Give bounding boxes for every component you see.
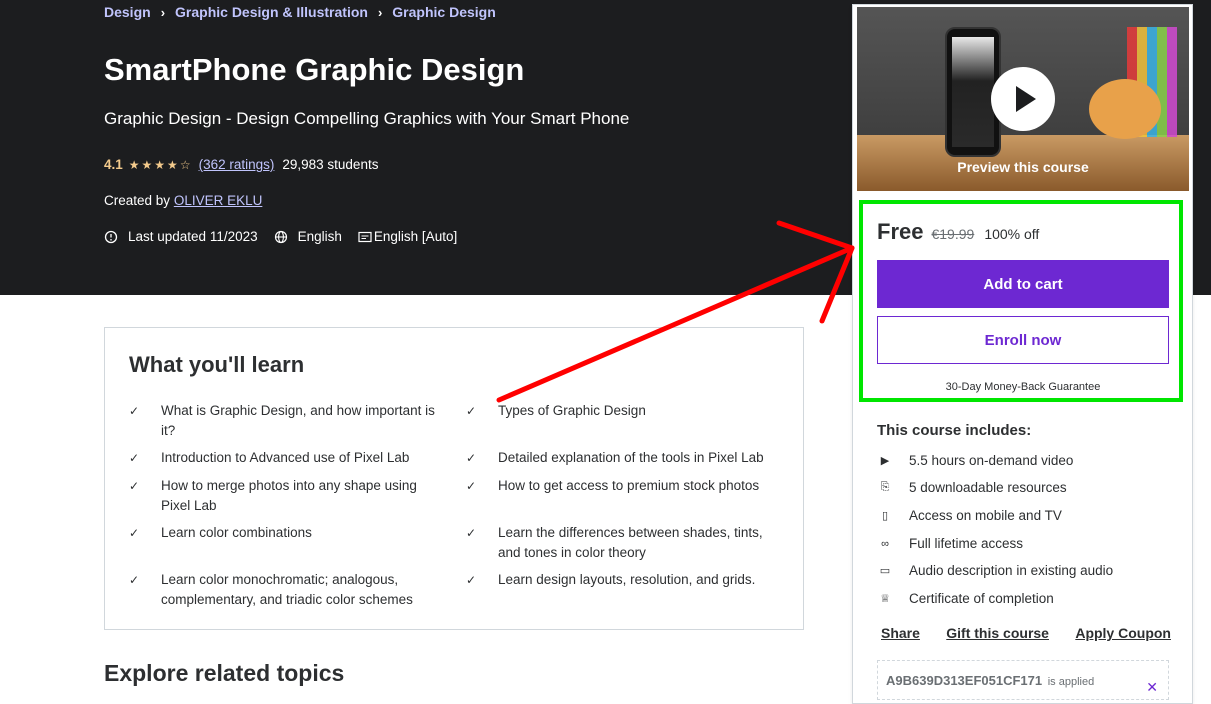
course-includes-title: This course includes:: [877, 422, 1032, 439]
gift-course-button[interactable]: Gift this course: [946, 625, 1049, 641]
learn-item-text: Detailed explanation of the tools in Pix…: [498, 450, 764, 465]
globe-icon: [274, 230, 287, 243]
chevron-right-icon: ›: [377, 4, 383, 20]
students-count: 29,983 students: [282, 157, 379, 172]
download-file-icon: ⎘: [880, 481, 890, 493]
star-rating-icon: ★★★★☆: [128, 157, 193, 172]
checkmark-icon: ✓: [129, 526, 140, 540]
checkmark-icon: ✓: [466, 573, 477, 587]
mobile-icon: ▯: [881, 510, 889, 522]
language: English: [274, 229, 342, 244]
breadcrumb-graphic-design[interactable]: Graphic Design: [392, 4, 495, 20]
author-link[interactable]: OLIVER EKLU: [174, 193, 263, 208]
include-item: ∞ Full lifetime access: [877, 536, 1023, 551]
alert-badge-icon: [104, 230, 118, 243]
captions-text: English [Auto]: [373, 229, 458, 244]
sidebar-links: Share Gift this course Apply Coupon: [881, 625, 1171, 641]
phone-screen: [952, 37, 994, 147]
include-text: 5.5 hours on-demand video: [909, 453, 1074, 468]
checkmark-icon: ✓: [129, 404, 140, 418]
include-text: Audio description in existing audio: [909, 563, 1114, 578]
learn-item-text: Learn the differences between shades, ti…: [498, 525, 763, 560]
include-item: ♕ Certificate of completion: [877, 591, 1054, 606]
learn-item-text: Introduction to Advanced use of Pixel La…: [161, 450, 410, 465]
captions: English [Auto]: [358, 229, 457, 244]
rating-row: 4.1 ★★★★☆ (362 ratings) 29,983 students: [104, 157, 378, 172]
apply-coupon-button[interactable]: Apply Coupon: [1075, 625, 1171, 641]
annotation-highlight-box: [859, 200, 1183, 402]
created-by-label: Created by: [104, 193, 171, 208]
learn-item-text: Learn color monochromatic; analogous, co…: [161, 572, 413, 607]
chevron-right-icon: ›: [160, 4, 166, 20]
checkmark-icon: ✓: [466, 526, 477, 540]
what-you-learn-box: What you'll learn ✓ What is Graphic Desi…: [104, 327, 804, 630]
checkmark-icon: ✓: [466, 451, 477, 465]
coupon-code: A9B639D313EF051CF171 is applied: [886, 673, 1094, 688]
applied-coupon: A9B639D313EF051CF171 is applied ✕: [877, 660, 1169, 700]
rating-value: 4.1: [104, 157, 123, 172]
checkmark-icon: ✓: [129, 573, 140, 587]
video-icon: ▶: [880, 455, 890, 467]
learn-item-text: What is Graphic Design, and how importan…: [161, 403, 435, 438]
checkmark-icon: ✓: [466, 479, 477, 493]
include-item: ⎘ 5 downloadable resources: [877, 480, 1067, 495]
learn-item-text: Learn color combinations: [161, 525, 312, 540]
include-text: Certificate of completion: [909, 591, 1054, 606]
include-text: Access on mobile and TV: [909, 508, 1062, 523]
trophy-icon: ♕: [880, 593, 890, 605]
course-subtitle: Graphic Design - Design Compelling Graph…: [104, 109, 630, 128]
course-preview-video[interactable]: Preview this course: [857, 7, 1189, 191]
ratings-link[interactable]: (362 ratings): [199, 157, 275, 172]
learn-title: What you'll learn: [129, 352, 305, 377]
course-title: SmartPhone Graphic Design: [104, 52, 525, 87]
checkmark-icon: ✓: [129, 479, 140, 493]
audio-description-icon: ▭: [879, 565, 891, 577]
learn-item-text: Types of Graphic Design: [498, 403, 646, 418]
infinity-icon: ∞: [881, 537, 889, 550]
learn-item-text: How to merge photos into any shape using…: [161, 478, 417, 513]
paint-palette-image: [1089, 79, 1161, 139]
last-updated: Last updated 11/2023: [104, 229, 258, 244]
coupon-code-text: A9B639D313EF051CF171: [886, 673, 1043, 688]
last-updated-text: Last updated 11/2023: [128, 229, 258, 244]
include-item: ▶ 5.5 hours on-demand video: [877, 453, 1074, 468]
learn-item-text: Learn design layouts, resolution, and gr…: [498, 572, 756, 587]
include-text: Full lifetime access: [909, 536, 1024, 551]
checkmark-icon: ✓: [129, 451, 140, 465]
preview-label[interactable]: Preview this course: [857, 159, 1189, 175]
course-meta: Last updated 11/2023 English English [Au…: [104, 229, 473, 244]
breadcrumb-design[interactable]: Design: [104, 4, 151, 20]
share-button[interactable]: Share: [881, 625, 920, 641]
created-by: Created by OLIVER EKLU: [104, 193, 262, 208]
include-item: ▭ Audio description in existing audio: [877, 563, 1113, 578]
checkmark-icon: ✓: [466, 404, 477, 418]
breadcrumb: Design › Graphic Design & Illustration ›…: [104, 4, 496, 20]
include-text: 5 downloadable resources: [909, 480, 1067, 495]
breadcrumb-graphic-design-illustration[interactable]: Graphic Design & Illustration: [175, 4, 368, 20]
coupon-applied-text: is applied: [1047, 676, 1095, 688]
learn-item-text: How to get access to premium stock photo…: [498, 478, 760, 493]
closed-captions-icon: [358, 231, 372, 242]
include-item: ▯ Access on mobile and TV: [877, 508, 1062, 523]
language-text: English: [297, 229, 342, 244]
play-icon[interactable]: [991, 67, 1055, 131]
explore-related-topics-heading: Explore related topics: [104, 660, 345, 686]
